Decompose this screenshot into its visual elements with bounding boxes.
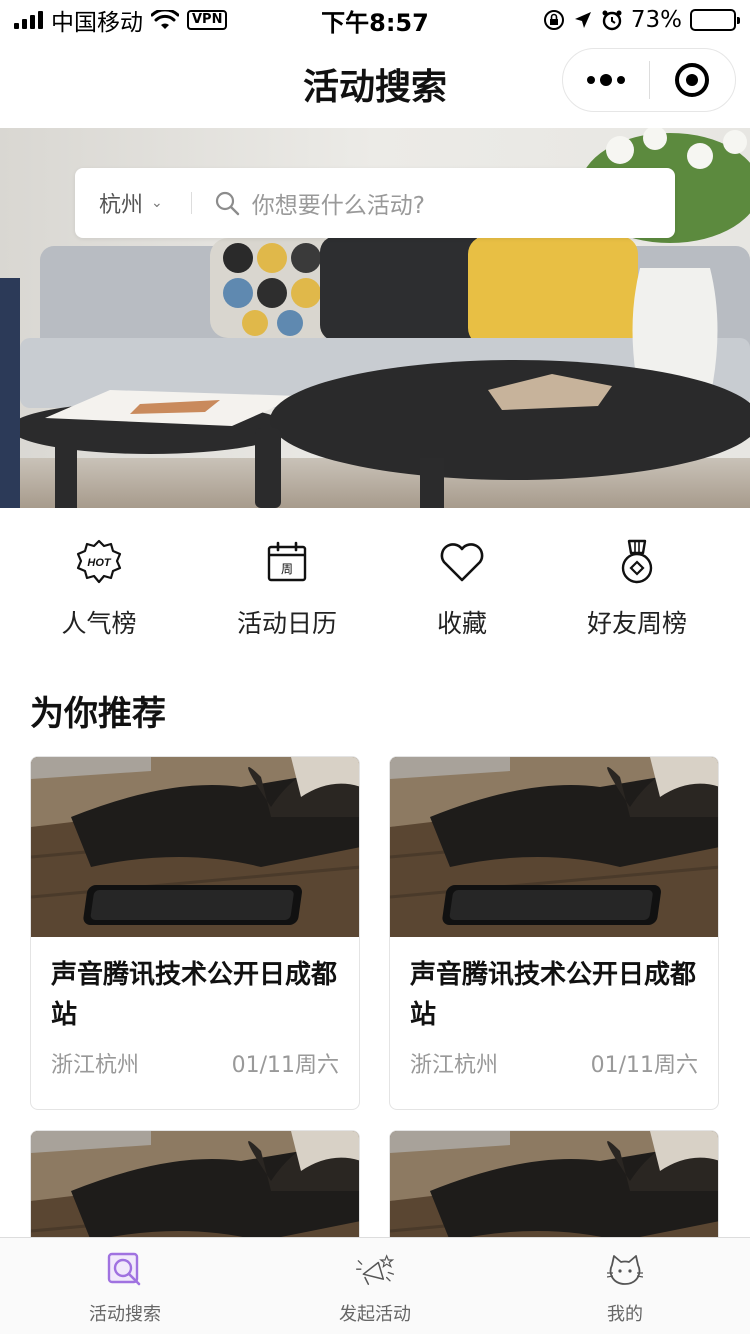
- section-title: 为你推荐: [30, 694, 166, 734]
- tab-label: 发起活动: [339, 1304, 411, 1325]
- cat-icon: [605, 1250, 645, 1290]
- book-phone-photo: [31, 1131, 359, 1249]
- search-tab-icon: [105, 1250, 145, 1290]
- carrier-label: 中国移动: [51, 10, 143, 36]
- card-meta: 浙江杭州 01/11周六: [390, 1035, 718, 1079]
- card-thumbnail: [390, 757, 718, 937]
- alarm-icon: [602, 10, 622, 31]
- city-label: 杭州: [99, 193, 144, 218]
- calendar-icon-text: 周: [281, 562, 293, 576]
- quick-entry-label: 好友周榜: [586, 609, 687, 638]
- book-phone-photo: [390, 1131, 718, 1249]
- location-icon: [574, 12, 591, 28]
- status-left: 中国移动 VPN: [14, 3, 264, 37]
- event-card[interactable]: 声音腾讯技术公开日成都站 浙江杭州 01/11周六: [30, 756, 360, 1110]
- book-phone-photo: [390, 757, 718, 937]
- quick-entry-label: 活动日历: [236, 609, 337, 638]
- search-divider: [190, 192, 192, 214]
- card-title: 声音腾讯技术公开日成都站: [51, 960, 338, 1030]
- battery-icon: [690, 9, 740, 31]
- wifi-icon: [151, 10, 179, 29]
- megaphone-icon: [355, 1250, 395, 1290]
- status-time: 下午8:57: [321, 8, 429, 37]
- miniprogram-capsule: [562, 48, 736, 112]
- quick-entry-label: 收藏: [436, 609, 487, 638]
- tab-create-activity[interactable]: 发起活动: [250, 1238, 500, 1334]
- city-selector[interactable]: 杭州 ⌄: [99, 187, 163, 219]
- quick-entry-hot[interactable]: HOT 人气榜: [19, 538, 179, 640]
- card-thumbnail: [390, 1131, 718, 1249]
- hot-badge-text: HOT: [87, 557, 112, 569]
- battery-percent: 73%: [630, 7, 682, 33]
- tab-mine[interactable]: 我的: [500, 1238, 750, 1334]
- card-title: 声音腾讯技术公开日成都站: [410, 960, 697, 1030]
- quick-entry-calendar[interactable]: 周 活动日历: [207, 538, 367, 640]
- search-icon: [215, 191, 239, 216]
- vpn-badge: VPN: [187, 10, 228, 30]
- rotation-lock-icon: [543, 10, 564, 30]
- search-bar[interactable]: 杭州 ⌄ 你想要什么活动?: [75, 168, 675, 238]
- quick-entry-label: 人气榜: [61, 609, 137, 638]
- calendar-icon: 周: [263, 538, 311, 586]
- tab-activity-search[interactable]: 活动搜索: [0, 1238, 250, 1334]
- card-location: 浙江杭州: [51, 1053, 140, 1078]
- nav-bar: 活动搜索: [0, 40, 750, 128]
- quick-entry-friend-rank[interactable]: 好友周榜: [557, 538, 717, 640]
- target-icon: [675, 63, 710, 97]
- signal-icon: [14, 11, 43, 29]
- search-input[interactable]: 你想要什么活动?: [252, 186, 425, 220]
- event-card[interactable]: [389, 1130, 719, 1250]
- card-thumbnail: [31, 757, 359, 937]
- more-dots-icon: [586, 74, 625, 86]
- card-location: 浙江杭州: [410, 1053, 499, 1078]
- card-date: 01/11周六: [590, 1053, 698, 1078]
- banner-image[interactable]: 杭州 ⌄ 你想要什么活动?: [0, 128, 750, 508]
- book-phone-photo: [31, 757, 359, 937]
- card-date: 01/11周六: [231, 1053, 339, 1078]
- event-card[interactable]: 声音腾讯技术公开日成都站 浙江杭州 01/11周六: [389, 756, 719, 1110]
- tab-label: 活动搜索: [89, 1304, 161, 1325]
- tab-bar: 活动搜索 发起活动 我的: [0, 1237, 750, 1334]
- close-miniprogram-button[interactable]: [650, 49, 736, 111]
- event-card[interactable]: [30, 1130, 360, 1250]
- tab-label: 我的: [607, 1304, 643, 1325]
- card-thumbnail: [31, 1131, 359, 1249]
- quick-entry-bar: HOT 人气榜 周 活动日历 收藏 好友周榜: [0, 508, 750, 658]
- medal-icon: [613, 538, 661, 586]
- card-meta: 浙江杭州 01/11周六: [31, 1035, 359, 1079]
- heart-icon: [438, 538, 486, 586]
- hot-icon: HOT: [75, 538, 123, 586]
- quick-entry-favorites[interactable]: 收藏: [382, 538, 542, 640]
- status-right: 73%: [486, 7, 740, 33]
- status-bar: 中国移动 VPN 下午8:57 73%: [0, 0, 750, 40]
- chevron-down-icon: ⌄: [151, 195, 163, 211]
- more-button[interactable]: [563, 49, 649, 111]
- page-title: 活动搜索: [302, 67, 447, 108]
